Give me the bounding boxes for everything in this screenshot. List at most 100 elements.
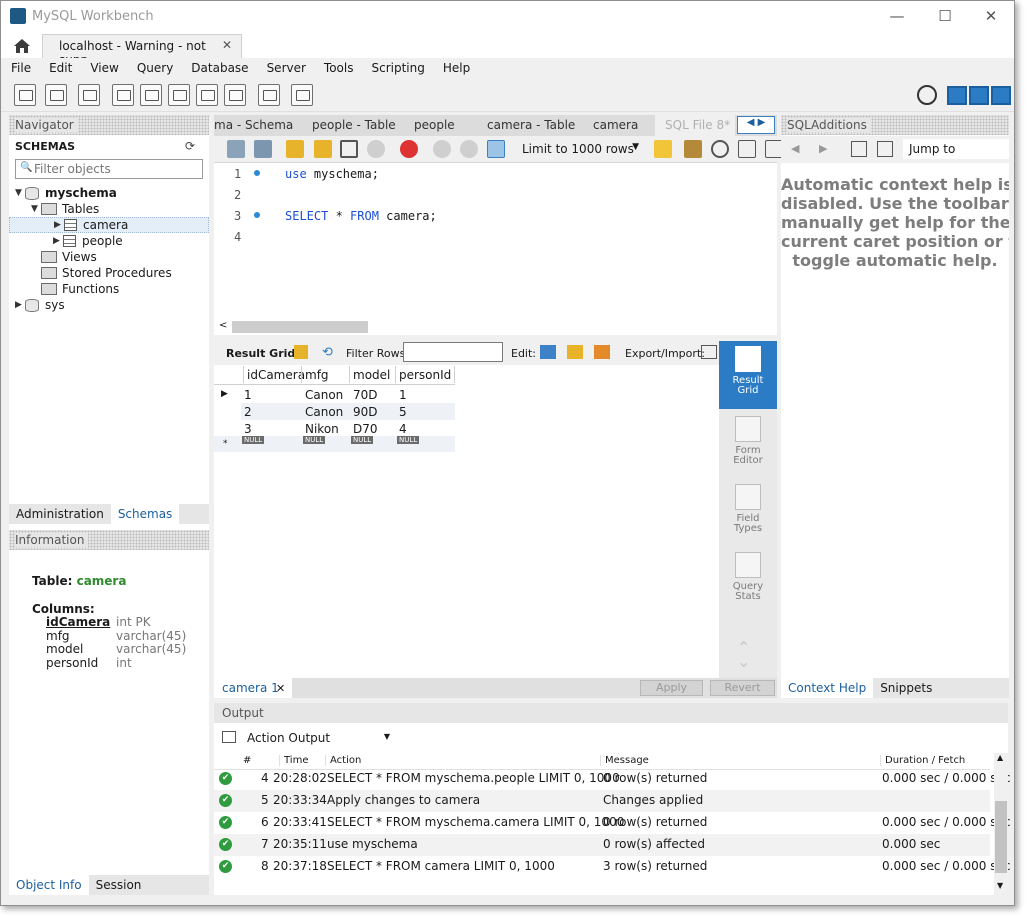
close-window-button[interactable]: ✕ xyxy=(968,5,1014,27)
tree-views[interactable]: Views xyxy=(41,249,97,265)
output-row[interactable]: ✔ 5 20:33:34 Apply changes to camera Cha… xyxy=(214,790,990,812)
menu-view[interactable]: View xyxy=(80,58,126,80)
filter-objects-input[interactable]: 🔍 xyxy=(15,159,203,179)
execute-statement-icon[interactable] xyxy=(314,140,332,158)
create-procedure-icon[interactable] xyxy=(196,84,218,106)
result-grid-view-button[interactable]: Result Grid xyxy=(719,341,777,409)
create-table-icon[interactable] xyxy=(140,84,162,106)
close-result-tab-icon[interactable]: ✕ xyxy=(276,682,285,695)
rail-scroll-icon[interactable]: ⌃ ⌄ xyxy=(737,640,750,670)
null-cell[interactable]: NULL xyxy=(303,436,326,444)
result-grid[interactable]: idCamera mfg model personId ▶ 1 Canon 70… xyxy=(214,365,719,678)
filter-objects-field[interactable] xyxy=(34,161,200,177)
create-view-icon[interactable] xyxy=(168,84,190,106)
scroll-up-icon[interactable]: ▲ xyxy=(997,753,1003,762)
table-row[interactable]: ▶ 1 Canon 70D 1 xyxy=(214,386,455,403)
output-row[interactable]: ✔ 6 20:33:41 SELECT * FROM myschema.came… xyxy=(214,812,1010,834)
filter-rows-input[interactable] xyxy=(403,342,503,362)
tab-schemas[interactable]: Schemas xyxy=(110,504,180,524)
rollback-icon[interactable] xyxy=(460,140,478,158)
null-cell[interactable]: NULL xyxy=(397,436,420,444)
output-vscrollbar[interactable]: ▲ ▼ xyxy=(994,753,1008,895)
tab-object-info[interactable]: Object Info xyxy=(9,875,89,895)
add-snippet-icon[interactable] xyxy=(654,140,672,158)
copy-output-icon[interactable] xyxy=(222,731,236,743)
output-row[interactable]: ✔ 7 20:35:11 use myschema 0 row(s) affec… xyxy=(214,834,990,856)
column-header[interactable]: mfg xyxy=(301,366,349,383)
menu-file[interactable]: File xyxy=(1,58,39,80)
back-icon[interactable]: ◀ xyxy=(791,142,799,155)
expand-arrow-icon[interactable]: ▶ xyxy=(54,220,64,230)
new-row[interactable]: * NULL NULL NULL NULL xyxy=(214,436,455,452)
tab-camera-table[interactable]: camera - Table xyxy=(487,118,575,132)
apply-button[interactable]: Apply xyxy=(640,680,703,696)
forward-icon[interactable]: ▶ xyxy=(819,142,827,155)
result-tab-camera1[interactable]: camera 1 ✕ xyxy=(214,678,292,698)
tab-people-table[interactable]: people - Table xyxy=(312,118,396,132)
toggle-error-icon[interactable] xyxy=(400,140,418,158)
grid-cell[interactable]: 90D xyxy=(350,403,378,420)
query-stats-button[interactable]: Query Stats xyxy=(719,552,777,602)
tree-stored-procedures[interactable]: Stored Procedures xyxy=(41,265,172,281)
tree-table-camera[interactable]: ▶ camera xyxy=(9,217,209,233)
tab-administration[interactable]: Administration xyxy=(9,504,111,524)
limit-rows-select[interactable]: Limit to 1000 rows ▼ xyxy=(519,140,641,159)
jump-to-select[interactable]: Jump to xyxy=(903,139,1009,159)
toggle-secondary-sidebar-icon[interactable] xyxy=(991,86,1011,105)
collapse-arrow-icon[interactable]: ▼ xyxy=(15,188,25,198)
menu-edit[interactable]: Edit xyxy=(39,58,80,80)
search-table-data-icon[interactable] xyxy=(258,84,280,106)
invisible-chars-icon[interactable] xyxy=(738,140,756,158)
refresh-schemas-icon[interactable]: ⟳ xyxy=(185,139,195,153)
create-schema-icon[interactable] xyxy=(112,84,134,106)
menu-query[interactable]: Query xyxy=(127,58,181,80)
tree-tables[interactable]: ▼ Tables xyxy=(31,201,99,217)
tree-table-people[interactable]: ▶ people xyxy=(53,233,123,249)
tab-people[interactable]: people xyxy=(414,118,455,132)
tab-snippets[interactable]: Snippets xyxy=(873,678,939,698)
delete-row-icon[interactable] xyxy=(594,345,610,359)
table-row[interactable]: 3 Nikon D70 4 xyxy=(241,420,455,437)
revert-button[interactable]: Revert xyxy=(710,680,775,696)
table-row[interactable]: 2 Canon 90D 5 xyxy=(241,403,455,420)
inspector-icon[interactable] xyxy=(78,84,100,106)
execute-icon[interactable] xyxy=(286,140,304,158)
tree-sys[interactable]: ▶ sys xyxy=(15,297,65,313)
column-header[interactable]: model xyxy=(349,366,395,383)
grid-cell[interactable]: 3 xyxy=(241,420,252,437)
auto-help-icon[interactable] xyxy=(877,141,893,157)
grid-icon[interactable] xyxy=(294,345,308,359)
tree-functions[interactable]: Functions xyxy=(41,281,119,297)
menu-database[interactable]: Database xyxy=(181,58,256,80)
tree-myschema[interactable]: ▼ myschema xyxy=(15,185,117,201)
null-cell[interactable]: NULL xyxy=(351,436,374,444)
grid-cell[interactable]: Canon xyxy=(302,386,343,403)
grid-cell[interactable]: Nikon xyxy=(302,420,339,437)
maximize-button[interactable]: ☐ xyxy=(922,5,968,27)
grid-cell[interactable]: 2 xyxy=(241,403,252,420)
output-row[interactable]: ✔ 8 20:37:18 SELECT * FROM camera LIMIT … xyxy=(214,856,1010,878)
autocommit-icon[interactable] xyxy=(487,140,505,158)
scroll-down-icon[interactable]: ▼ xyxy=(997,881,1003,890)
column-header[interactable]: personId xyxy=(395,366,455,383)
form-editor-button[interactable]: Form Editor xyxy=(719,416,777,466)
explain-icon[interactable] xyxy=(340,140,358,158)
expand-arrow-icon[interactable]: ▶ xyxy=(15,300,25,310)
reconnect-icon[interactable] xyxy=(291,84,313,106)
commit-icon[interactable] xyxy=(433,140,451,158)
open-sql-script-icon[interactable] xyxy=(45,84,67,106)
minimize-button[interactable]: — xyxy=(874,5,920,27)
collapse-arrow-icon[interactable]: ▼ xyxy=(31,204,41,214)
open-file-icon[interactable] xyxy=(227,140,245,158)
close-tab-icon[interactable]: ✕ xyxy=(222,38,232,52)
editor-hscrollbar[interactable]: < xyxy=(214,319,777,335)
add-row-icon[interactable] xyxy=(567,345,583,359)
null-cell[interactable]: NULL xyxy=(242,436,265,444)
refresh-icon[interactable]: ⟲ xyxy=(322,345,338,360)
tab-camera[interactable]: camera xyxy=(593,118,638,132)
field-types-button[interactable]: Field Types xyxy=(719,484,777,534)
menu-server[interactable]: Server xyxy=(257,58,314,80)
grid-cell[interactable]: 1 xyxy=(241,386,252,403)
create-function-icon[interactable] xyxy=(224,84,246,106)
grid-cell[interactable]: 70D xyxy=(350,386,378,403)
